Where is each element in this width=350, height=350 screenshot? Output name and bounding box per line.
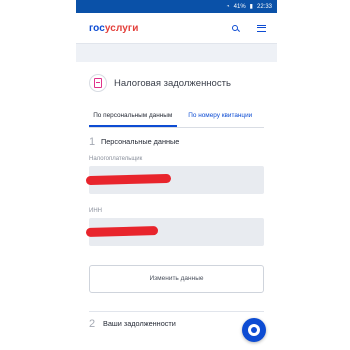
logo-part-uslugi: услуги bbox=[104, 22, 139, 34]
step-debts[interactable]: 2 Ваши задолженности bbox=[89, 310, 264, 330]
step-number: 2 bbox=[89, 317, 96, 330]
tab-receipt-number[interactable]: По номеру квитанции bbox=[177, 108, 265, 127]
header-separator bbox=[76, 43, 277, 62]
step-label: Персональные данные bbox=[101, 137, 180, 147]
search-icon bbox=[232, 25, 238, 31]
redaction-mark bbox=[85, 225, 159, 237]
app-header: госуслуги bbox=[76, 13, 277, 43]
document-icon bbox=[89, 74, 107, 92]
taxpayer-label: Налогоплательщик bbox=[89, 155, 143, 162]
change-data-button[interactable]: Изменить данные bbox=[89, 264, 264, 293]
search-button[interactable] bbox=[229, 22, 241, 34]
page-title-row: Налоговая задолженность bbox=[89, 68, 264, 98]
gosuslugi-logo[interactable]: госуслуги bbox=[89, 23, 138, 34]
support-chat-button[interactable] bbox=[242, 318, 266, 342]
step-number: 1 bbox=[89, 135, 96, 148]
phone-screen: ◔ 41% ▮ 22:33 госуслуги Налоговая задолж… bbox=[76, 0, 277, 350]
redaction-mark bbox=[85, 173, 172, 185]
inn-field[interactable] bbox=[85, 217, 264, 246]
taxpayer-field[interactable] bbox=[85, 165, 264, 194]
menu-icon bbox=[256, 24, 266, 32]
step-personal-data: 1 Персональные данные bbox=[89, 136, 264, 148]
tab-personal-data[interactable]: По персональным данным bbox=[89, 108, 177, 127]
battery-label: 41% bbox=[233, 3, 246, 10]
status-bar: ◔ 41% ▮ 22:33 bbox=[76, 0, 277, 13]
wifi-icon: ◔ bbox=[226, 3, 230, 10]
logo-part-gos: гос bbox=[89, 22, 105, 34]
step-label: Ваши задолженности bbox=[103, 319, 176, 329]
support-robot-icon bbox=[248, 324, 260, 336]
time-label: 22:33 bbox=[256, 3, 272, 10]
menu-button[interactable] bbox=[255, 22, 267, 34]
battery-icon: ▮ bbox=[249, 4, 253, 10]
page-title: Налоговая задолженность bbox=[114, 77, 231, 89]
tax-debt-card: Налоговая задолженность По персональным … bbox=[76, 68, 277, 330]
search-mode-tabs: По персональным данным По номеру квитанц… bbox=[89, 108, 264, 128]
inn-label: ИНН bbox=[89, 207, 102, 214]
